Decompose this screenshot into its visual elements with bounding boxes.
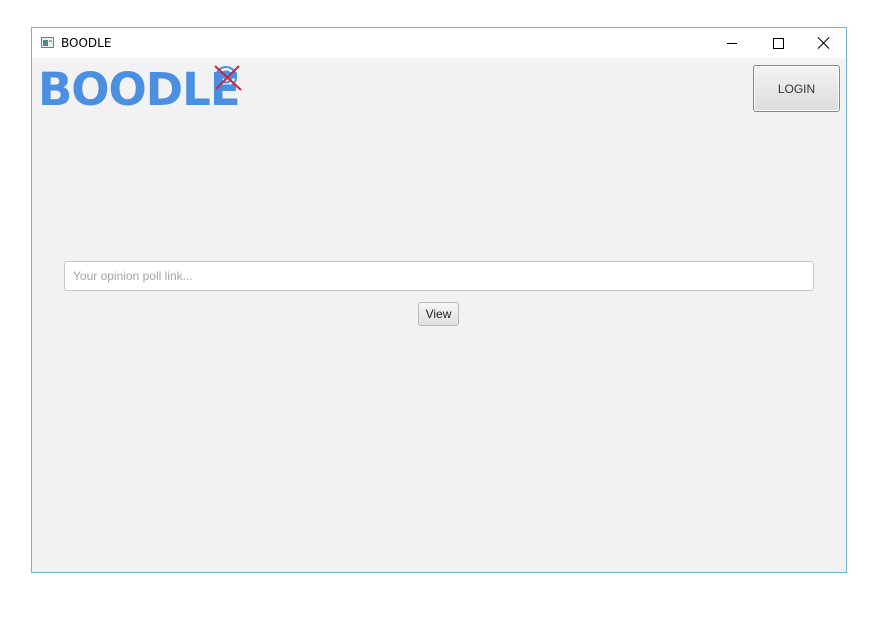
view-button[interactable]: View bbox=[418, 302, 459, 326]
logo-target-cross-icon bbox=[214, 65, 242, 91]
minimize-icon bbox=[727, 42, 737, 44]
logo-text: BOODLE bbox=[38, 63, 241, 116]
logo: BOODLE bbox=[38, 63, 242, 116]
close-icon bbox=[818, 37, 830, 49]
window-title: BOODLE bbox=[61, 36, 112, 50]
app-icon bbox=[41, 37, 54, 48]
login-button[interactable]: LOGIN bbox=[753, 65, 840, 112]
maximize-icon bbox=[772, 37, 784, 49]
app-window: BOODLE BOODLE LOGIN View bbox=[31, 27, 847, 573]
close-button[interactable] bbox=[801, 28, 847, 58]
maximize-button[interactable] bbox=[755, 28, 801, 58]
poll-link-input[interactable] bbox=[64, 261, 814, 291]
title-bar: BOODLE bbox=[32, 28, 846, 58]
minimize-button[interactable] bbox=[709, 28, 755, 58]
